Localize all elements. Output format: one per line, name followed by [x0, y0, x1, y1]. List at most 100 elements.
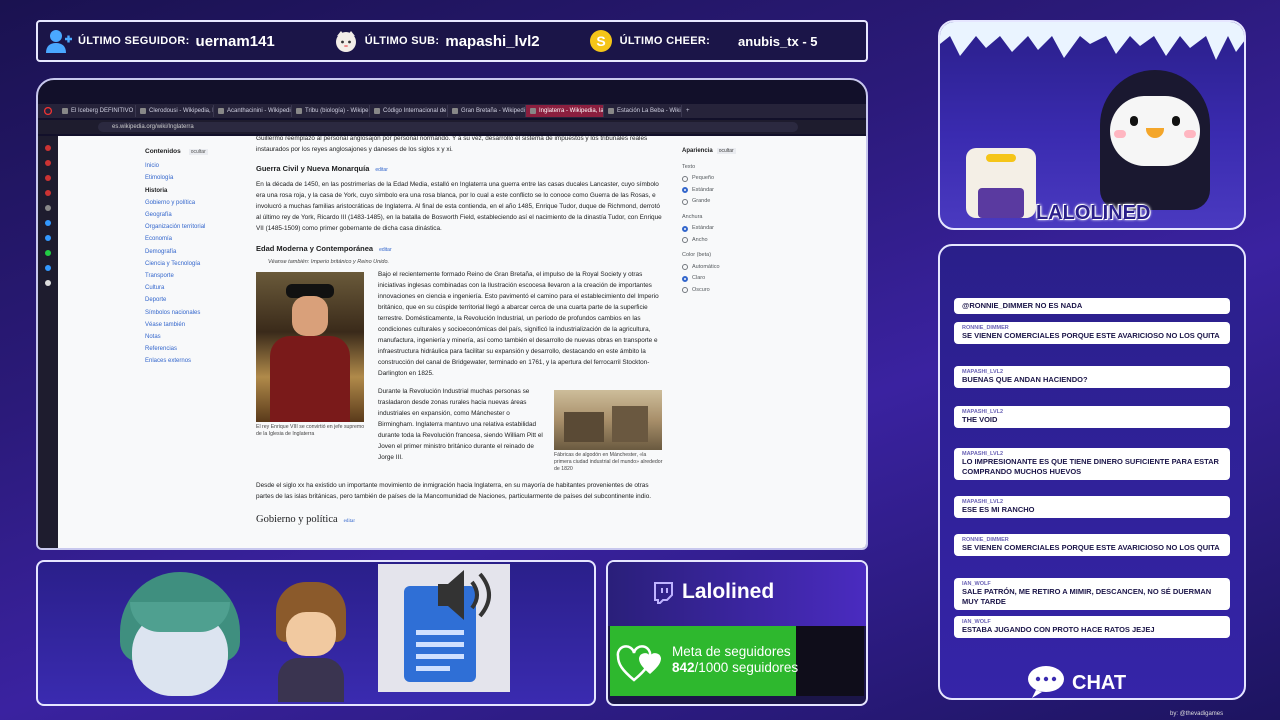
sidebar-icon[interactable] — [45, 190, 51, 196]
goal-channel-name: Lalolined — [682, 580, 775, 603]
browser-tab[interactable]: Código Internacional de — [370, 105, 448, 117]
toc-item[interactable]: Inicio — [145, 160, 255, 172]
browser-tab[interactable]: Clerodousi - Wikipedia, la — [136, 105, 214, 117]
paragraph: En la década de 1450, en las postrimería… — [256, 181, 662, 232]
favicon-icon — [296, 108, 302, 114]
sidebar-icon[interactable] — [45, 250, 51, 256]
browser-tab[interactable]: Tribu (biología) - Wikipe — [292, 105, 370, 117]
credit-text: by: @thevadigames — [1170, 711, 1224, 717]
factory-image[interactable] — [554, 390, 662, 450]
stream-info-bar: ÚLTIMO SEGUIDOR: uernam141 ÚLTIMO SUB: m… — [36, 20, 868, 62]
browser-tab[interactable]: Inglaterra - Wikipedia, la — [526, 105, 604, 117]
appearance-radio-option[interactable]: Estándar — [682, 223, 782, 235]
chat-text: @RONNIE_DIMMER NO ES NADA — [962, 301, 1083, 310]
chat-panel: @RONNIE_DIMMER NO ES NADA RONNIE_DIMMER SE… — [938, 244, 1246, 700]
see-also: Véanse también: Imperio británico y Rein… — [268, 259, 390, 265]
toc-item[interactable]: Deporte — [145, 294, 255, 306]
radio-button-icon — [682, 175, 688, 182]
browser-window: El Iceberg DEFINITIVO de Clerodousi - Wik… — [36, 78, 868, 550]
sidebar-icon[interactable] — [45, 265, 51, 271]
chat-message: MAPASHI_LVL2 BUENAS QUE ANDAN HACIENDO? — [954, 366, 1230, 388]
sidebar-icon[interactable] — [45, 220, 51, 226]
radio-button-icon — [682, 287, 688, 294]
browser-sidebar — [38, 136, 58, 548]
favicon-icon — [452, 108, 458, 114]
appearance-radio-option[interactable]: Claro — [682, 273, 782, 285]
fox-avatar — [268, 582, 352, 702]
image-caption: Fábricas de algodón en Mánchester, «la p… — [554, 452, 663, 472]
chat-bubble-icon — [1026, 664, 1066, 698]
last-cheer: S ÚLTIMO CHEER: anubis_tx - 5 — [580, 22, 818, 60]
toc-item[interactable]: Ciencia y Tecnología — [145, 258, 255, 270]
icicles-decoration — [940, 22, 1244, 60]
toc-item[interactable]: Demografía — [145, 246, 255, 258]
browser-tab[interactable]: Gran Bretaña - Wikipedia — [448, 105, 526, 117]
penguin-avatar — [1100, 70, 1210, 210]
toc-item[interactable]: Historia — [145, 185, 255, 197]
toc-item[interactable]: Organización territorial — [145, 221, 255, 233]
sidebar-icon[interactable] — [45, 160, 51, 166]
edit-link[interactable]: editar — [344, 519, 355, 524]
paragraph: Bajo el recientemente formado Reino de G… — [378, 271, 659, 377]
green-hair-avatar — [120, 572, 240, 702]
toc-hide-button[interactable]: ocultar — [188, 149, 208, 155]
sidebar-icon[interactable] — [45, 175, 51, 181]
cat-mascot-icon — [333, 28, 359, 54]
section-heading: Gobierno y política editar — [256, 514, 356, 525]
svg-text:S: S — [596, 33, 605, 49]
url-input[interactable]: es.wikipedia.org/wiki/Inglaterra — [98, 122, 798, 132]
edit-link[interactable]: editar — [375, 167, 388, 173]
appearance-radio-option[interactable]: Pequeño — [682, 173, 782, 185]
appearance-radio-option[interactable]: Automático — [682, 262, 782, 274]
new-tab-icon[interactable]: + — [686, 108, 690, 114]
appearance-radio-option[interactable]: Estándar — [682, 185, 782, 197]
toc-item[interactable]: Gobierno y política — [145, 197, 255, 209]
browser-tab[interactable]: Acanthacinini - Wikipedia — [214, 105, 292, 117]
appearance-hide-button[interactable]: ocultar — [716, 148, 736, 154]
webcam-frame: LALOLINED — [938, 20, 1246, 230]
sidebar-icon[interactable] — [45, 145, 51, 151]
goal-count: 842/1000 seguidores — [672, 660, 799, 675]
radio-button-icon — [682, 187, 688, 194]
appearance-radio-option[interactable]: Grande — [682, 196, 782, 208]
chat-message: MAPASHI_LVL2 ESE ES MI RANCHO — [954, 496, 1230, 518]
sidebar-icon[interactable] — [45, 235, 51, 241]
toc-item[interactable]: Geografía — [145, 209, 255, 221]
favicon-icon — [374, 108, 380, 114]
toc-item[interactable]: Símbolos nacionales — [145, 307, 255, 319]
factory-figure: Fábricas de algodón en Mánchester, «la p… — [554, 390, 664, 473]
toc-item[interactable]: Cultura — [145, 282, 255, 294]
chat-message: IAN_WOLF ESTABA JUGANDO CON PROTO HACE RA… — [954, 616, 1230, 638]
browser-tab[interactable]: Estación La Beba - Wikip — [604, 105, 682, 117]
toc-item[interactable]: Enlaces externos — [145, 355, 255, 367]
edit-link[interactable]: editar — [379, 247, 392, 253]
chat-message: MAPASHI_LVL2 LO IMPRESIONANTE ES QUE TIEN… — [954, 448, 1230, 480]
paragraph: Guillermo reemplazó al personal anglosaj… — [256, 136, 648, 153]
sidebar-icon[interactable] — [45, 205, 51, 211]
toc-item[interactable]: Economía — [145, 233, 255, 245]
henry-portrait-image[interactable] — [256, 272, 364, 422]
toc-item[interactable]: Véase también — [145, 319, 255, 331]
toc-item[interactable]: Referencias — [145, 343, 255, 355]
sidebar-icon[interactable] — [45, 280, 51, 286]
chat-text: THE VOID — [962, 415, 998, 424]
tab-bar: El Iceberg DEFINITIVO de Clerodousi - Wik… — [38, 104, 866, 118]
chat-text: BUENAS QUE ANDAN HACIENDO? — [962, 375, 1088, 384]
avatar-panel — [36, 560, 596, 706]
hearts-icon — [616, 640, 666, 688]
toc-item[interactable]: Notas — [145, 331, 255, 343]
chat-text: SE VIENEN COMERCIALES PORQUE ESTE AVARIC… — [962, 543, 1220, 552]
browser-tab[interactable]: El Iceberg DEFINITIVO de — [58, 105, 136, 117]
chat-text: SALE PATRÓN, ME RETIRO A MIMIR, DESCANCE… — [962, 587, 1212, 606]
favicon-icon — [218, 108, 224, 114]
appearance-radio-option[interactable]: Oscuro — [682, 285, 782, 297]
favicon-icon — [62, 108, 68, 114]
goal-title: Meta de seguidores — [672, 644, 791, 659]
radio-button-icon — [682, 275, 688, 282]
channel-name-logo: LALOLINED — [1036, 202, 1151, 224]
radio-button-icon — [682, 225, 688, 232]
toc-item[interactable]: Transporte — [145, 270, 255, 282]
address-bar: es.wikipedia.org/wiki/Inglaterra — [38, 120, 866, 134]
appearance-radio-option[interactable]: Ancho — [682, 235, 782, 247]
toc-item[interactable]: Etimología — [145, 172, 255, 184]
